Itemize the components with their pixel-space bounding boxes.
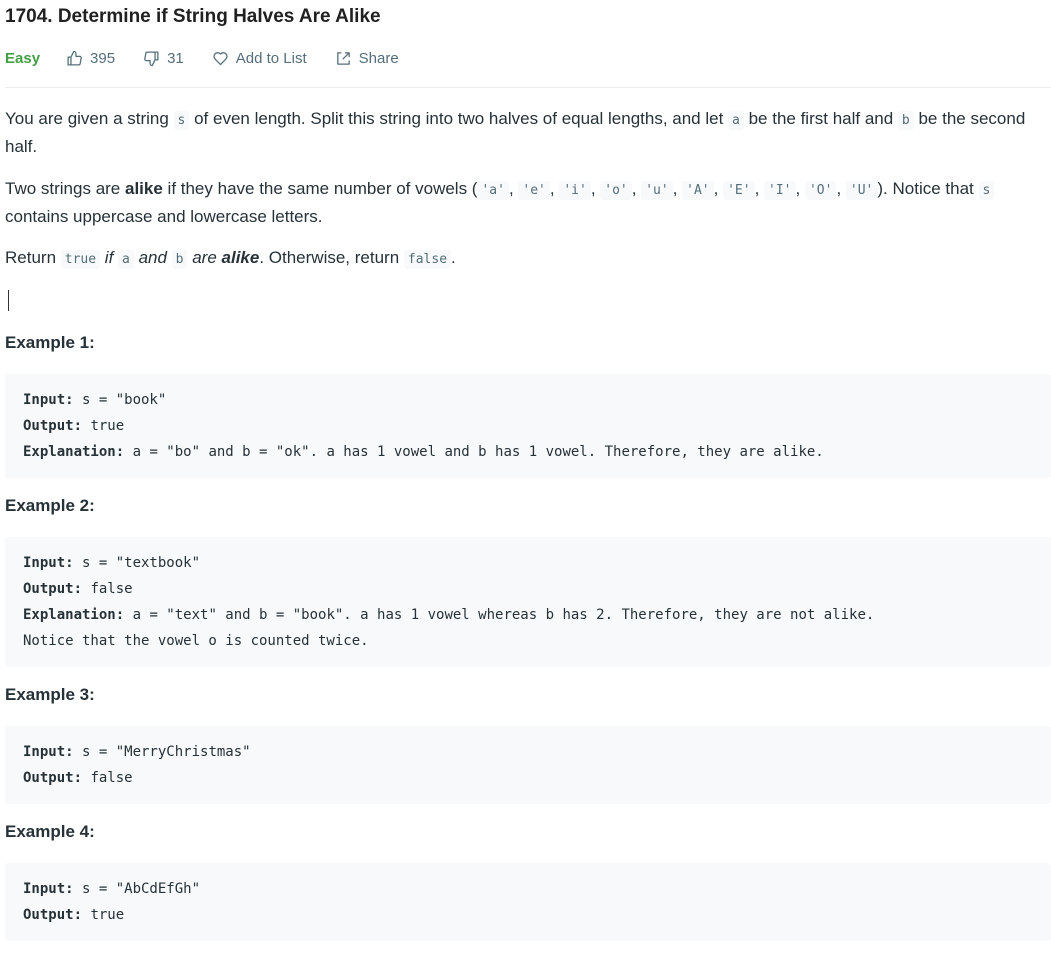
example-heading: Example 4:: [5, 822, 95, 841]
output-value: false: [82, 770, 133, 786]
vowel-code: 'I': [764, 181, 796, 200]
output-label: Output:: [23, 907, 83, 923]
inline-code: true: [60, 250, 101, 269]
share-icon: [336, 51, 350, 65]
description-paragraph-3: Return true if a and b are alike. Otherw…: [5, 245, 1045, 273]
separator: ,: [672, 179, 683, 198]
input-value: s = "MerryChristmas": [73, 744, 251, 760]
inline-code: b: [171, 250, 188, 269]
like-button[interactable]: 395: [66, 50, 115, 67]
explanation-label: Explanation:: [23, 444, 125, 460]
vowel-code: 'U': [845, 181, 878, 200]
example-code-block: Input: s = "book" Output: true Explanati…: [5, 374, 1051, 478]
example-heading: Example 3:: [5, 685, 95, 704]
input-value: s = "AbCdEfGh": [73, 881, 201, 897]
inline-code: s: [978, 181, 995, 200]
difficulty-badge: Easy: [5, 49, 41, 67]
text: Two strings are: [5, 179, 125, 198]
input-label: Input:: [23, 744, 74, 760]
example-heading: Example 1:: [5, 333, 95, 352]
separator: ,: [754, 179, 765, 198]
text-cursor: [8, 290, 9, 311]
output-label: Output:: [23, 581, 83, 597]
separator: ,: [549, 179, 560, 198]
italic-text: if: [100, 248, 119, 267]
text: Return: [5, 248, 61, 267]
input-label: Input:: [23, 555, 74, 571]
bold-term: alike: [125, 179, 163, 198]
text: contains uppercase and lowercase letters…: [5, 207, 323, 226]
text: of even length. Split this string into t…: [189, 109, 729, 128]
example-code-block: Input: s = "MerryChristmas" Output: fals…: [5, 726, 1051, 804]
problem-title: 1704. Determine if String Halves Are Ali…: [5, 6, 381, 27]
inline-code: a: [728, 111, 744, 130]
separator: ,: [508, 179, 519, 198]
vowel-code: 'a': [477, 181, 509, 200]
input-label: Input:: [23, 881, 74, 897]
explanation-text: a = "text" and b = "book". a has 1 vowel…: [124, 607, 875, 623]
problem-meta-bar: Easy 395 31 Add to List Share: [5, 46, 427, 70]
separator: ,: [836, 179, 846, 198]
example-code-block: Input: s = "textbook" Output: false Expl…: [5, 537, 1051, 667]
vowel-code: 'A': [682, 181, 714, 200]
vowel-code: 'o': [600, 181, 632, 200]
italic-text: are: [187, 248, 222, 267]
vowel-code: 'i': [559, 181, 591, 200]
input-value: s = "book": [73, 392, 167, 408]
add-to-list-button[interactable]: Add to List: [212, 50, 307, 67]
description-paragraph-2: Two strings are alike if they have the s…: [5, 176, 1045, 230]
text: You are given a string: [5, 109, 174, 128]
explanation-text: a = "bo" and b = "ok". a has 1 vowel and…: [124, 444, 824, 460]
separator: ,: [631, 179, 642, 198]
heart-icon: [213, 51, 228, 65]
text: .: [451, 248, 456, 267]
explanation-label: Explanation:: [23, 607, 125, 623]
text: . Otherwise, return: [259, 248, 404, 267]
vowel-code: 'u': [641, 181, 673, 200]
italic-text: and: [133, 248, 172, 267]
inline-code: a: [118, 250, 134, 269]
example-code-block: Input: s = "AbCdEfGh" Output: true: [5, 863, 1051, 941]
output-value: true: [82, 418, 125, 434]
example-heading: Example 2:: [5, 496, 95, 515]
separator: ,: [713, 179, 724, 198]
share-button[interactable]: Share: [335, 50, 399, 67]
text: ). Notice that: [877, 179, 979, 198]
share-label: Share: [358, 49, 399, 67]
text: be the first half and: [743, 109, 898, 128]
output-value: false: [82, 581, 133, 597]
dislike-button[interactable]: 31: [143, 50, 184, 67]
output-label: Output:: [23, 418, 83, 434]
description-paragraph-1: You are given a string s of even length.…: [5, 106, 1045, 160]
bold-italic-term: alike: [221, 248, 260, 267]
vowel-code: 'O': [804, 181, 837, 200]
output-label: Output:: [23, 770, 83, 786]
separator: ,: [795, 179, 805, 198]
inline-code: b: [897, 111, 914, 130]
add-to-list-label: Add to List: [235, 49, 307, 67]
thumbs-down-icon: [144, 50, 159, 66]
header-divider: [5, 87, 1051, 88]
output-value: true: [82, 907, 125, 923]
vowel-code: 'E': [723, 181, 755, 200]
text: if they have the same number of vowels (: [162, 179, 478, 198]
separator: ,: [590, 179, 601, 198]
vowel-code: 'e': [518, 181, 550, 200]
thumbs-up-icon: [67, 50, 82, 66]
like-count: 395: [90, 49, 116, 67]
explanation-continuation: Notice that the vowel o is counted twice…: [23, 633, 369, 649]
input-value: s = "textbook": [73, 555, 201, 571]
inline-code: s: [173, 111, 190, 130]
input-label: Input:: [23, 392, 74, 408]
dislike-count: 31: [167, 49, 184, 67]
inline-code: false: [403, 250, 452, 269]
